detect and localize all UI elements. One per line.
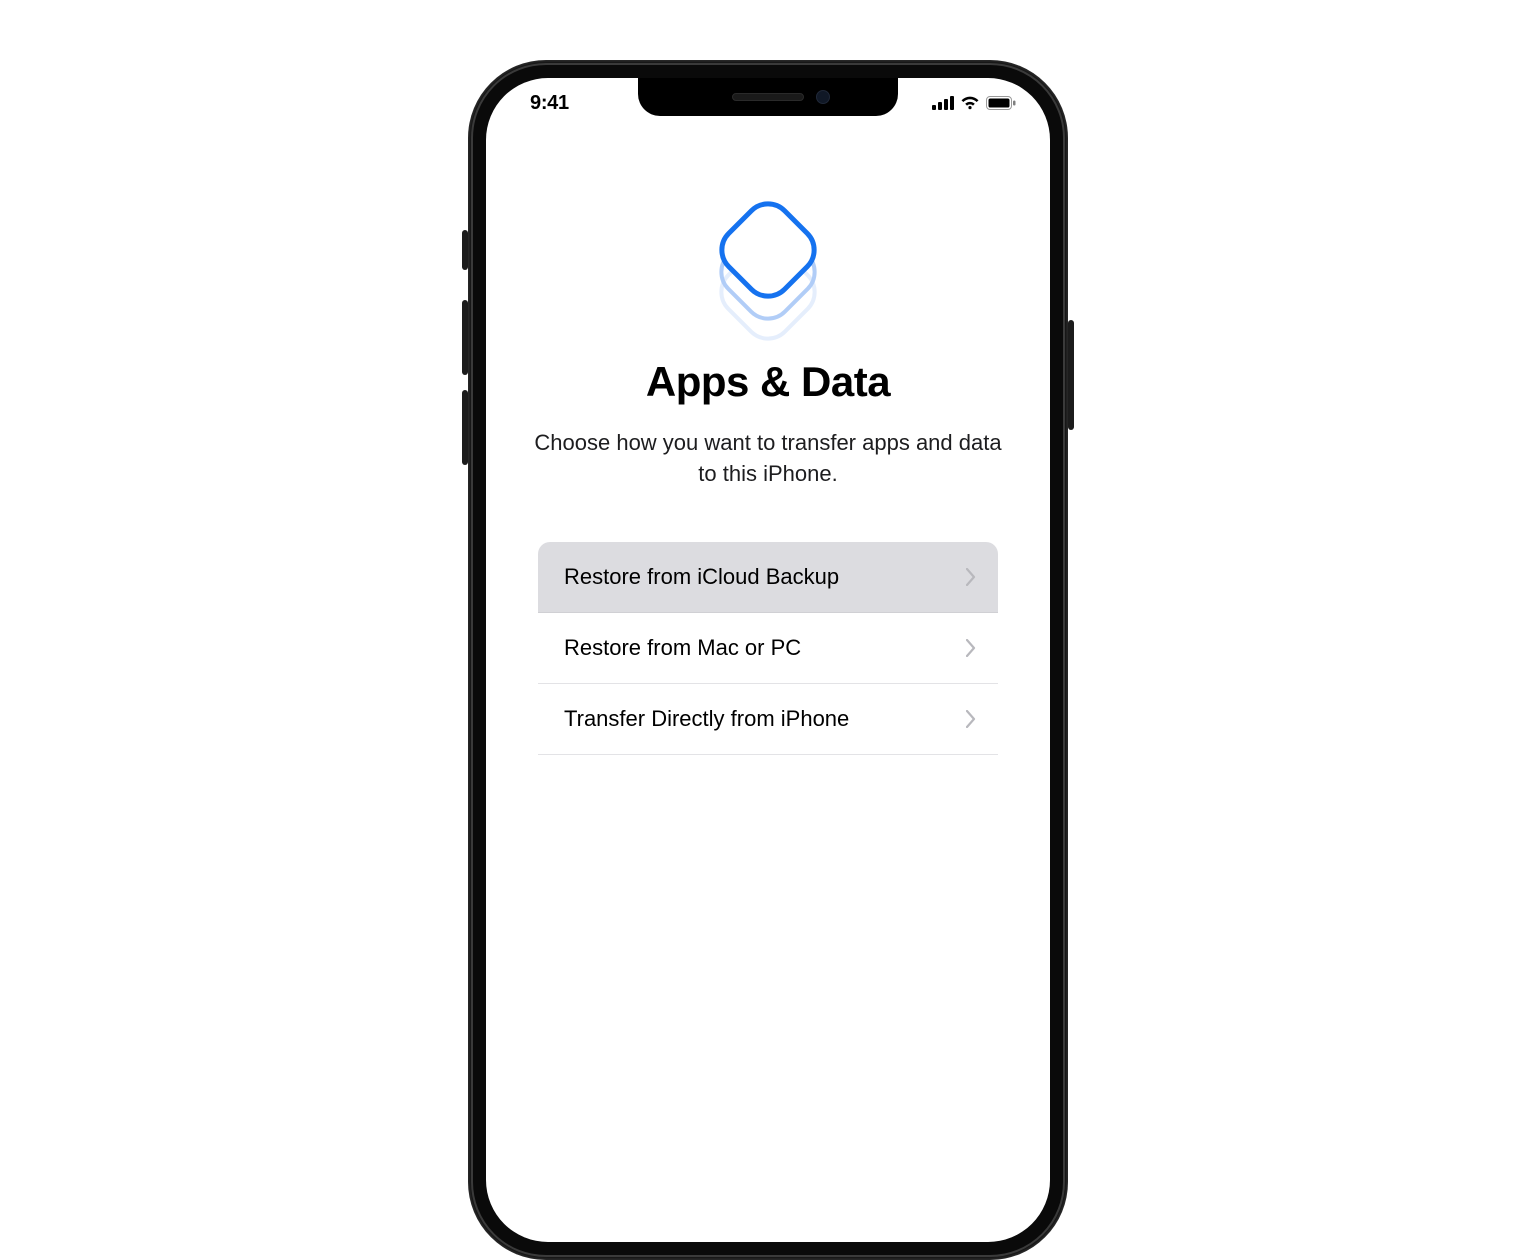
transfer-options-list: Restore from iCloud Backup Restore from … — [538, 542, 998, 755]
notch — [638, 78, 898, 116]
earpiece-speaker — [732, 93, 804, 101]
battery-icon — [986, 96, 1016, 110]
chevron-right-icon — [966, 639, 976, 657]
wifi-icon — [960, 96, 980, 110]
iphone-frame: 9:41 — [468, 60, 1068, 1260]
option-label: Restore from iCloud Backup — [564, 564, 839, 590]
option-label: Transfer Directly from iPhone — [564, 706, 849, 732]
setup-content: Apps & Data Choose how you want to trans… — [486, 78, 1050, 1242]
cellular-icon — [932, 96, 954, 110]
page-title: Apps & Data — [646, 358, 890, 406]
status-indicators — [932, 96, 1016, 110]
silence-switch — [462, 230, 468, 270]
volume-up-button — [462, 300, 468, 375]
option-restore-mac-pc[interactable]: Restore from Mac or PC — [538, 613, 998, 684]
chevron-right-icon — [966, 568, 976, 586]
status-time: 9:41 — [520, 92, 569, 115]
volume-down-button — [462, 390, 468, 465]
chevron-right-icon — [966, 710, 976, 728]
option-label: Restore from Mac or PC — [564, 635, 801, 661]
page-subtitle: Choose how you want to transfer apps and… — [533, 428, 1003, 490]
phone-screen: 9:41 — [486, 78, 1050, 1242]
side-button — [1068, 320, 1074, 430]
option-restore-icloud[interactable]: Restore from iCloud Backup — [538, 542, 998, 613]
apps-data-icon — [713, 208, 823, 328]
front-camera — [816, 90, 830, 104]
option-transfer-iphone[interactable]: Transfer Directly from iPhone — [538, 684, 998, 755]
